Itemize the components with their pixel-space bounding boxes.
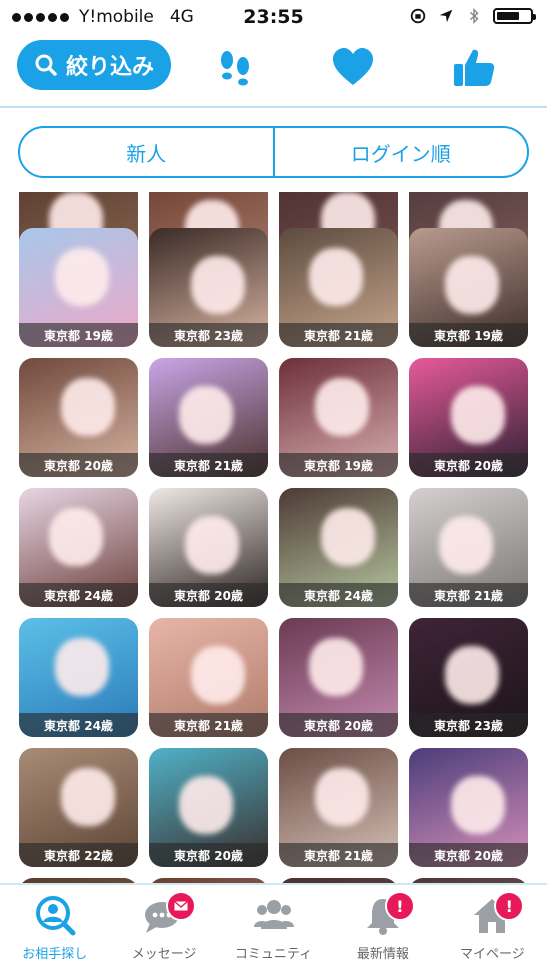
profile-card[interactable]: 東京都 22歳 [19,748,138,867]
tab-bar: お相手探し メッセージ コミュニティ ! 最新情報 ! マイページ [0,883,547,971]
bluetooth-icon [469,7,479,25]
mail-badge-icon [166,891,197,921]
profile-label: 東京都 19歳 [19,323,138,347]
tab-label: マイページ [459,947,525,962]
profile-card[interactable]: 東京都 20歳 [409,748,528,867]
home-icon: ! [470,891,525,937]
profile-label: 東京都 19歳 [409,323,528,347]
top-toolbar: 絞り込み [0,34,547,108]
blurred-face [61,768,115,826]
tab-messages[interactable]: メッセージ [109,885,218,971]
blurred-face [179,386,233,444]
profile-label: 東京都 24歳 [279,583,398,607]
profile-label: 東京都 19歳 [279,453,398,477]
blurred-face [439,516,493,574]
tab-mypage[interactable]: ! マイページ [438,885,547,971]
blurred-face [315,378,369,436]
alert-badge: ! [494,891,525,921]
status-bar: Y!mobile 4G 23:55 [0,0,547,34]
blurred-face [185,516,239,574]
segment-login-order[interactable]: ログイン順 [272,128,528,176]
profile-label: 東京都 20歳 [149,583,268,607]
blurred-face [179,776,233,834]
profile-grid: 東京都 24歳東京都 22歳東京都 21歳東京都 23歳東京都 19歳東京都 2… [0,192,547,886]
filter-button-label: 絞り込み [65,55,154,80]
footprints-icon[interactable] [213,46,257,90]
group-icon [253,900,294,929]
tab-label: お相手探し [22,947,88,962]
tab-news[interactable]: ! 最新情報 [328,885,437,971]
orientation-lock-icon [410,8,426,24]
blurred-face [61,378,115,436]
thumbs-up-icon[interactable] [452,46,496,90]
profile-card[interactable]: 東京都 21歳 [279,228,398,347]
profile-label: 東京都 20歳 [279,713,398,737]
blurred-face [321,508,375,566]
profile-card[interactable]: 東京都 20歳 [279,618,398,737]
profile-label: 東京都 21歳 [279,323,398,347]
profile-card[interactable]: 東京都 23歳 [149,228,268,347]
profile-card[interactable]: 東京都 20歳 [149,488,268,607]
tab-label: コミュニティ [234,947,313,962]
bell-icon: ! [361,891,415,937]
profile-label: 東京都 23歳 [149,323,268,347]
profile-card[interactable]: 東京都 20歳 [19,358,138,477]
tab-search-partner[interactable]: お相手探し [0,885,109,971]
profile-label: 東京都 20歳 [409,453,528,477]
profile-card[interactable]: 東京都 24歳 [19,618,138,737]
status-icons [409,7,536,25]
tab-community[interactable]: コミュニティ [219,885,328,971]
blurred-face [191,646,245,704]
search-icon [35,54,57,76]
profile-card[interactable]: 東京都 20歳 [409,358,528,477]
profile-label: 東京都 24歳 [19,583,138,607]
profile-label: 東京都 20歳 [19,453,138,477]
location-arrow-icon [439,9,453,23]
tab-label: 最新情報 [356,947,409,962]
profile-card[interactable]: 東京都 19歳 [409,228,528,347]
profile-label: 東京都 20歳 [409,843,528,867]
tab-label: メッセージ [131,947,197,962]
profile-label: 東京都 22歳 [19,843,138,867]
profile-card[interactable]: 東京都 19歳 [279,358,398,477]
blurred-face [315,768,369,826]
alert-badge: ! [384,891,415,921]
chat-bubble-icon [142,891,197,937]
profile-label: 東京都 24歳 [19,713,138,737]
profile-label: 東京都 23歳 [409,713,528,737]
filter-button[interactable]: 絞り込み [17,40,171,90]
blurred-face [451,776,505,834]
profile-card[interactable]: 東京都 20歳 [149,748,268,867]
profile-label: 東京都 21歳 [409,583,528,607]
blurred-face [55,248,109,306]
battery-icon [493,8,536,24]
blurred-face [49,508,103,566]
blurred-face [309,638,363,696]
profile-label: 東京都 21歳 [149,713,268,737]
segment-new[interactable]: 新人 [20,128,273,176]
profile-card[interactable]: 東京都 24歳 [279,488,398,607]
search-person-icon [35,896,76,936]
profile-card[interactable]: 東京都 24歳 [19,488,138,607]
profile-label: 東京都 20歳 [149,843,268,867]
heart-icon[interactable] [331,46,375,90]
profile-card[interactable]: 東京都 21歳 [279,748,398,867]
blurred-face [451,386,505,444]
profile-card[interactable]: 東京都 23歳 [409,618,528,737]
profile-card[interactable]: 東京都 19歳 [19,228,138,347]
blurred-face [191,256,245,314]
profile-label: 東京都 21歳 [279,843,398,867]
profile-card[interactable]: 東京都 21歳 [409,488,528,607]
profile-label: 東京都 21歳 [149,453,268,477]
blurred-face [445,256,499,314]
blurred-face [445,646,499,704]
profile-card[interactable]: 東京都 21歳 [149,358,268,477]
sort-segment: 新人 ログイン順 [18,126,529,178]
profile-card[interactable]: 東京都 21歳 [149,618,268,737]
blurred-face [309,248,363,306]
blurred-face [55,638,109,696]
